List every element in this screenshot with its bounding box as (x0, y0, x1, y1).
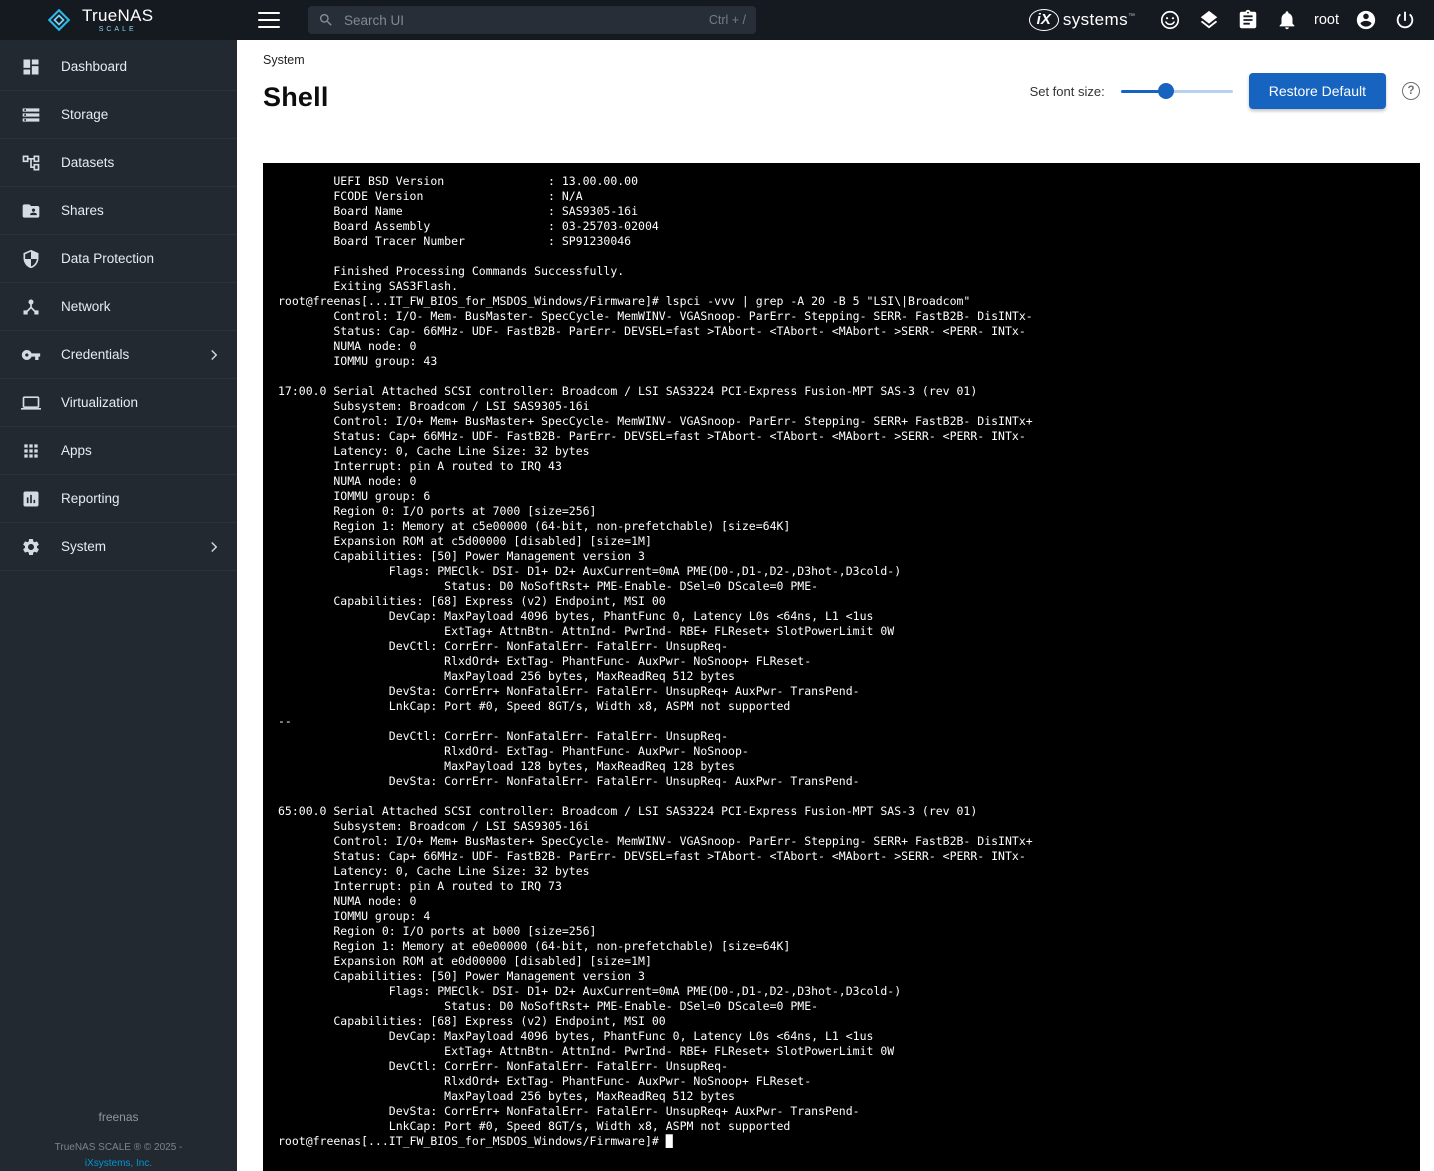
main-content: System Shell Set font size: Restore Defa… (237, 40, 1434, 1171)
gear-icon (21, 537, 41, 557)
power-icon[interactable] (1393, 8, 1417, 32)
sidebar-item-label: Datasets (61, 155, 114, 170)
sidebar-item-dashboard[interactable]: Dashboard (0, 43, 237, 91)
sidebar-item-network[interactable]: Network (0, 283, 237, 331)
sidebar-item-label: Dashboard (61, 59, 127, 74)
trademark-symbol: ™ (1128, 13, 1135, 20)
alerts-bell-icon[interactable] (1275, 8, 1299, 32)
feedback-smiley-icon[interactable] (1158, 8, 1182, 32)
apps-grid-icon (21, 441, 41, 461)
jobs-clipboard-icon[interactable] (1236, 8, 1260, 32)
computer-icon (21, 393, 41, 413)
sidebar-item-reporting[interactable]: Reporting (0, 475, 237, 523)
sidebar-item-credentials[interactable]: Credentials (0, 331, 237, 379)
updates-layers-icon[interactable] (1197, 8, 1221, 32)
sidebar-item-label: Storage (61, 107, 108, 122)
chevron-right-icon (205, 538, 223, 556)
sidebar-item-label: Virtualization (61, 395, 138, 410)
sidebar-item-label: Shares (61, 203, 104, 218)
sidebar-nav: Dashboard Storage Datasets Shares Data P… (0, 40, 237, 1171)
search-shortcut-hint: Ctrl + / (709, 13, 746, 27)
brand-name: TrueNAS (82, 7, 153, 24)
dashboard-icon (21, 57, 41, 77)
slider-thumb[interactable] (1158, 83, 1174, 99)
search-icon (318, 12, 334, 28)
topbar: TrueNAS SCALE Ctrl + / iX systems ™ (0, 0, 1434, 40)
sidebar-footer: freenas TrueNAS SCALE ® © 2025 - iXsyste… (0, 1110, 237, 1171)
font-size-label: Set font size: (1030, 84, 1105, 99)
datasets-tree-icon (21, 153, 41, 173)
breadcrumb[interactable]: System (263, 53, 305, 67)
sidebar-item-virtualization[interactable]: Virtualization (0, 379, 237, 427)
storage-icon (21, 105, 41, 125)
sidebar-item-shares[interactable]: Shares (0, 187, 237, 235)
page-title: Shell (263, 82, 329, 113)
folder-shared-icon (21, 201, 41, 221)
sidebar-item-label: Network (61, 299, 111, 314)
truenas-app: TrueNAS SCALE Ctrl + / iX systems ™ (0, 0, 1434, 1171)
global-search[interactable]: Ctrl + / (308, 6, 756, 34)
sidebar-item-data-protection[interactable]: Data Protection (0, 235, 237, 283)
brand-sub: SCALE (82, 26, 153, 33)
sidebar-item-label: Apps (61, 443, 92, 458)
account-circle-icon[interactable] (1354, 8, 1378, 32)
ixsystems-logo: iX systems ™ (1029, 9, 1135, 31)
restore-default-button[interactable]: Restore Default (1249, 73, 1386, 109)
hostname-label: freenas (0, 1110, 237, 1124)
shell-controls: Set font size: Restore Default ? (1030, 73, 1420, 109)
key-icon (21, 345, 41, 365)
ixsystems-logo-text: systems (1063, 10, 1128, 30)
ixsystems-link[interactable]: iXsystems, Inc. (0, 1156, 237, 1171)
sidebar-item-apps[interactable]: Apps (0, 427, 237, 475)
bar-chart-icon (21, 489, 41, 509)
truenas-logo: TrueNAS SCALE (0, 7, 237, 33)
ixsystems-logo-mark: iX (1029, 9, 1059, 31)
sidebar-item-storage[interactable]: Storage (0, 91, 237, 139)
topbar-actions: iX systems ™ (1029, 8, 1434, 32)
truenas-logo-text: TrueNAS SCALE (82, 7, 153, 33)
sidebar-item-label: Credentials (61, 347, 129, 362)
terminal-output: UEFI BSD Version : 13.00.00.00 FCODE Ver… (263, 163, 1420, 1160)
font-size-slider[interactable] (1121, 83, 1233, 99)
sidebar-item-label: Data Protection (61, 251, 154, 266)
menu-hamburger-icon[interactable] (258, 12, 280, 28)
truenas-logo-icon (44, 7, 74, 33)
network-hub-icon (21, 297, 41, 317)
search-input[interactable] (342, 12, 701, 29)
sidebar-item-label: System (61, 539, 106, 554)
chevron-right-icon (205, 346, 223, 364)
sidebar-item-system[interactable]: System (0, 523, 237, 571)
shell-terminal[interactable]: UEFI BSD Version : 13.00.00.00 FCODE Ver… (263, 163, 1420, 1171)
copyright-text: TrueNAS SCALE ® © 2025 - (0, 1140, 237, 1156)
logged-in-username: root (1314, 12, 1339, 28)
sidebar-item-label: Reporting (61, 491, 120, 506)
sidebar-item-datasets[interactable]: Datasets (0, 139, 237, 187)
shield-icon (21, 249, 41, 269)
help-icon[interactable]: ? (1402, 82, 1420, 100)
